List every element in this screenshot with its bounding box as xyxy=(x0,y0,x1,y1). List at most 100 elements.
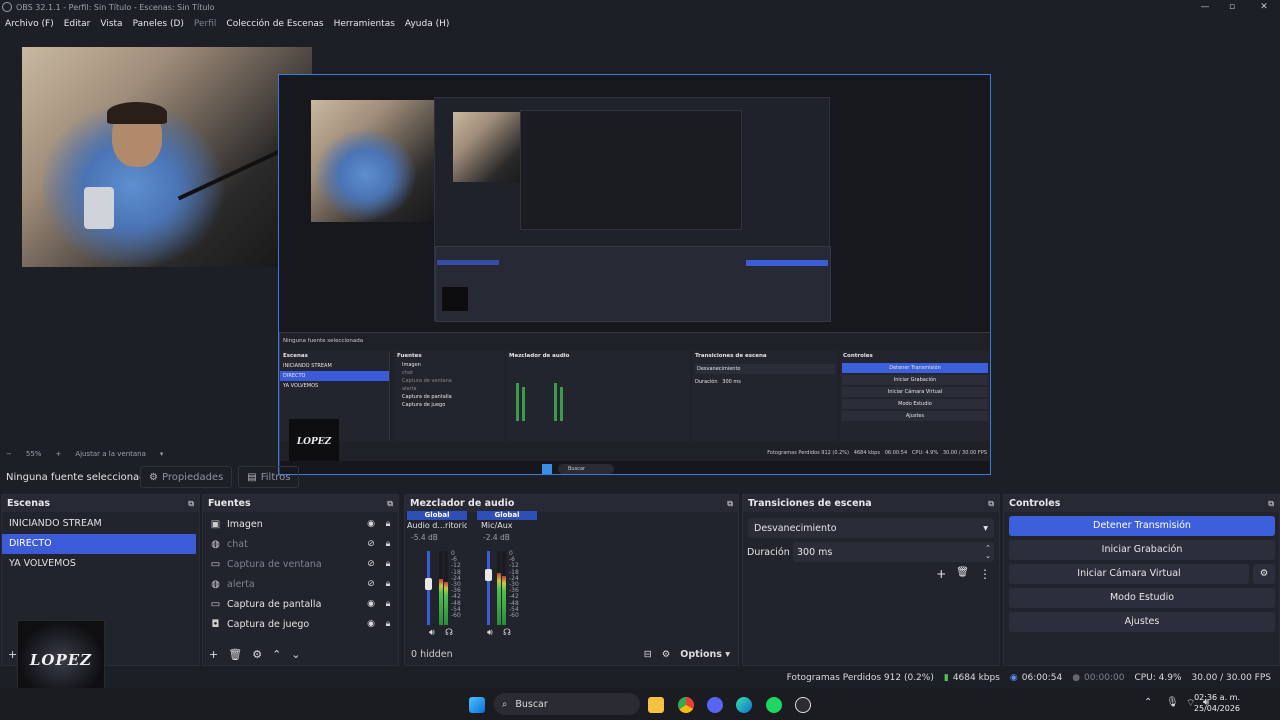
settings-button[interactable]: Ajustes xyxy=(1009,612,1275,632)
headphones-icon[interactable]: ☊ xyxy=(503,628,511,638)
gear-icon[interactable]: ⚙ xyxy=(1253,564,1275,584)
stream-time: 06:00:54 xyxy=(1021,673,1063,683)
options-button[interactable]: Options ▾ xyxy=(680,649,730,660)
hidden-count: 0 hidden xyxy=(411,648,453,660)
source-item[interactable]: ◍ alerta ⊘ 🔒︎ xyxy=(203,574,398,594)
spotify-icon[interactable] xyxy=(766,697,782,713)
layout-icon[interactable]: ⊟ xyxy=(644,649,652,660)
transitions-dock: Transiciones de escena ⧉ Desvanecimiento… xyxy=(742,494,1000,666)
eye-icon[interactable]: ◉ xyxy=(364,599,378,609)
zoom-out-button[interactable]: − xyxy=(6,450,12,458)
undock-icon[interactable]: ⧉ xyxy=(988,499,994,509)
more-icon[interactable]: ⋮ xyxy=(979,567,991,581)
scene-item[interactable]: YA VOLVEMOS xyxy=(2,554,199,574)
fader-knob[interactable] xyxy=(425,578,432,591)
menu-paneles[interactable]: Paneles (D) xyxy=(133,19,184,29)
windows-start-icon[interactable] xyxy=(469,697,485,713)
microphone-icon[interactable]: 🎙︎ xyxy=(1166,697,1179,708)
source-item[interactable]: ▣ Imagen ◉ 🔒︎ xyxy=(203,514,398,534)
transition-selected: Desvanecimiento xyxy=(754,522,837,534)
obs-taskbar-icon[interactable] xyxy=(795,697,811,713)
move-up-icon[interactable]: ⌃ xyxy=(272,648,281,661)
source-label: Captura de pantalla xyxy=(227,598,322,610)
scene-item[interactable]: INICIANDO STREAM xyxy=(2,514,199,534)
scene-item-selected[interactable]: DIRECTO xyxy=(2,534,196,554)
eye-hidden-icon[interactable]: ⊘ xyxy=(364,559,378,569)
eye-icon[interactable]: ◉ xyxy=(364,619,378,629)
volume-fader[interactable] xyxy=(487,551,490,625)
zoom-in-button[interactable]: + xyxy=(55,450,61,458)
virtual-camera-button[interactable]: Iniciar Cámara Virtual xyxy=(1009,564,1249,584)
lock-icon[interactable]: 🔒︎ xyxy=(381,599,395,609)
file-explorer-icon[interactable] xyxy=(648,697,664,713)
taskbar-clock[interactable]: 02:36 a. m. 25/04/2026 xyxy=(1194,692,1240,714)
menu-herramientas[interactable]: Herramientas xyxy=(334,19,395,29)
menu-perfil[interactable]: Perfil xyxy=(194,19,217,29)
menu-ayuda[interactable]: Ayuda (H) xyxy=(405,19,449,29)
mirror-no-source: Ninguna fuente seleccionada xyxy=(283,338,364,344)
taskbar-search[interactable]: ⌕ Buscar xyxy=(494,693,640,715)
undock-icon[interactable]: ⧉ xyxy=(727,499,733,509)
duration-input[interactable]: 300 ms ⌃ ⌄ xyxy=(793,542,994,562)
move-down-icon[interactable]: ⌄ xyxy=(291,648,300,661)
trash-icon[interactable]: 🗑︎ xyxy=(956,567,969,581)
filters-button[interactable]: ▤ Filtros xyxy=(238,466,300,488)
stop-stream-button[interactable]: Detener Transmisión xyxy=(1009,516,1275,536)
add-scene-button[interactable]: + xyxy=(8,648,17,661)
discord-icon[interactable] xyxy=(707,697,723,713)
lock-icon[interactable]: 🔒︎ xyxy=(381,619,395,629)
properties-button[interactable]: ⚙ Propiedades xyxy=(140,466,233,488)
taskbar: ⌃ 🎙︎ ⌔ 🔊︎ xyxy=(0,688,1280,720)
lock-icon[interactable]: 🔒︎ xyxy=(381,579,395,589)
maximize-button[interactable]: ▫ xyxy=(1216,0,1248,14)
start-recording-button[interactable]: Iniciar Grabación xyxy=(1009,540,1275,560)
spin-arrows-icon[interactable]: ⌃ ⌄ xyxy=(985,544,994,560)
add-transition-button[interactable]: + xyxy=(936,567,946,581)
zoom-level: 55% xyxy=(25,450,42,458)
zoom-dropdown-icon[interactable]: ▾ xyxy=(160,450,164,458)
undock-icon[interactable]: ⧉ xyxy=(387,499,393,509)
fader-knob[interactable] xyxy=(485,568,492,581)
speaker-icon[interactable]: 🔊︎ xyxy=(429,628,435,638)
clock-time: 02:36 a. m. xyxy=(1194,693,1240,702)
add-source-button[interactable]: + xyxy=(209,648,218,661)
menu-editar[interactable]: Editar xyxy=(64,19,91,29)
search-icon: ⌕ xyxy=(502,698,508,710)
close-button[interactable]: ✕ xyxy=(1248,0,1280,14)
image-icon: ▣ xyxy=(210,518,221,530)
source-item[interactable]: ▭ Captura de ventana ⊘ 🔒︎ xyxy=(203,554,398,574)
lock-icon[interactable]: 🔒︎ xyxy=(381,559,395,569)
source-item[interactable]: ◘ Captura de juego ◉ 🔒︎ xyxy=(203,614,398,634)
eye-icon[interactable]: ◉ xyxy=(364,519,378,529)
trash-icon[interactable]: 🗑︎ xyxy=(228,648,242,661)
source-item[interactable]: ▭ Captura de pantalla ◉ 🔒︎ xyxy=(203,594,398,614)
menu-coleccion[interactable]: Colección de Escenas xyxy=(226,19,323,29)
zoom-bar: − 55% + Ajustar a la ventana ▾ xyxy=(0,448,1280,460)
controls-header: Controles ⧉ xyxy=(1004,495,1279,512)
speaker-icon[interactable]: 🔊︎ xyxy=(487,628,493,638)
eye-hidden-icon[interactable]: ⊘ xyxy=(364,579,378,589)
source-item[interactable]: ◍ chat ⊘ 🔒︎ xyxy=(203,534,398,554)
channel-db: -2.4 dB xyxy=(483,533,510,542)
preview-area[interactable]: Ninguna fuente seleccionada Escenas INIC… xyxy=(0,34,1280,475)
undock-icon[interactable]: ⧉ xyxy=(188,499,194,509)
chevron-up-icon[interactable]: ⌃ xyxy=(1144,697,1152,708)
studio-mode-button[interactable]: Modo Estudio xyxy=(1009,588,1275,608)
undock-icon[interactable]: ⧉ xyxy=(1268,499,1274,509)
channel-name: Mic/Aux xyxy=(481,521,513,530)
gear-icon[interactable]: ⚙ xyxy=(252,648,262,661)
source-label: Captura de ventana xyxy=(227,558,322,570)
menu-vista[interactable]: Vista xyxy=(100,19,122,29)
edge-icon[interactable] xyxy=(736,697,752,713)
level-meter xyxy=(444,551,448,625)
advanced-audio-icon[interactable]: ⚙ xyxy=(662,649,671,660)
lock-icon[interactable]: 🔒︎ xyxy=(381,519,395,529)
menu-archivo[interactable]: Archivo (F) xyxy=(5,19,54,29)
chrome-icon[interactable] xyxy=(678,697,694,713)
transition-select[interactable]: Desvanecimiento ▾ xyxy=(748,518,994,538)
mirror-transitions: Transiciones de escena Desvanecimiento D… xyxy=(692,351,838,441)
eye-hidden-icon[interactable]: ⊘ xyxy=(364,539,378,549)
source-label: Captura de juego xyxy=(227,618,310,630)
headphones-icon[interactable]: ☊ xyxy=(445,628,453,638)
lock-icon[interactable]: 🔒︎ xyxy=(381,539,395,549)
